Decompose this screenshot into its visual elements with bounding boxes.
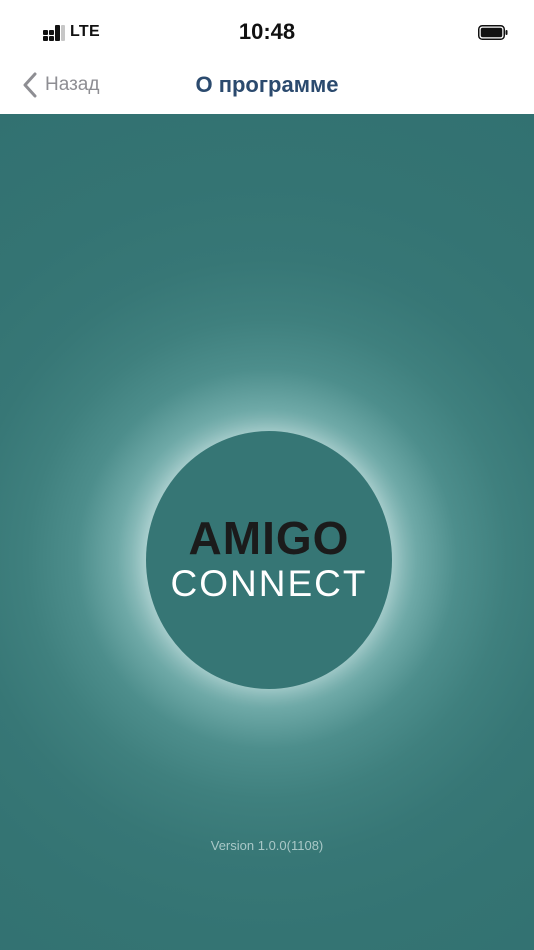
page-title: О программе — [195, 72, 339, 97]
version-label: Version 1.0.0(1108) — [210, 838, 324, 853]
navigation-bar: Назад О программе — [0, 62, 534, 114]
about-screen: LTE 10:48 Назад О программе AMIGO CONNEC… — [0, 0, 534, 950]
app-logo: AMIGO CONNECT — [146, 431, 392, 689]
status-bar: LTE 10:48 — [0, 0, 534, 62]
battery-full-icon — [478, 25, 508, 40]
about-content: AMIGO CONNECT Version 1.0.0(1108) — [0, 114, 534, 950]
logo-text-amigo: AMIGO — [188, 512, 350, 564]
logo-text-connect: CONNECT — [170, 563, 368, 604]
status-time: 10:48 — [238, 19, 296, 44]
